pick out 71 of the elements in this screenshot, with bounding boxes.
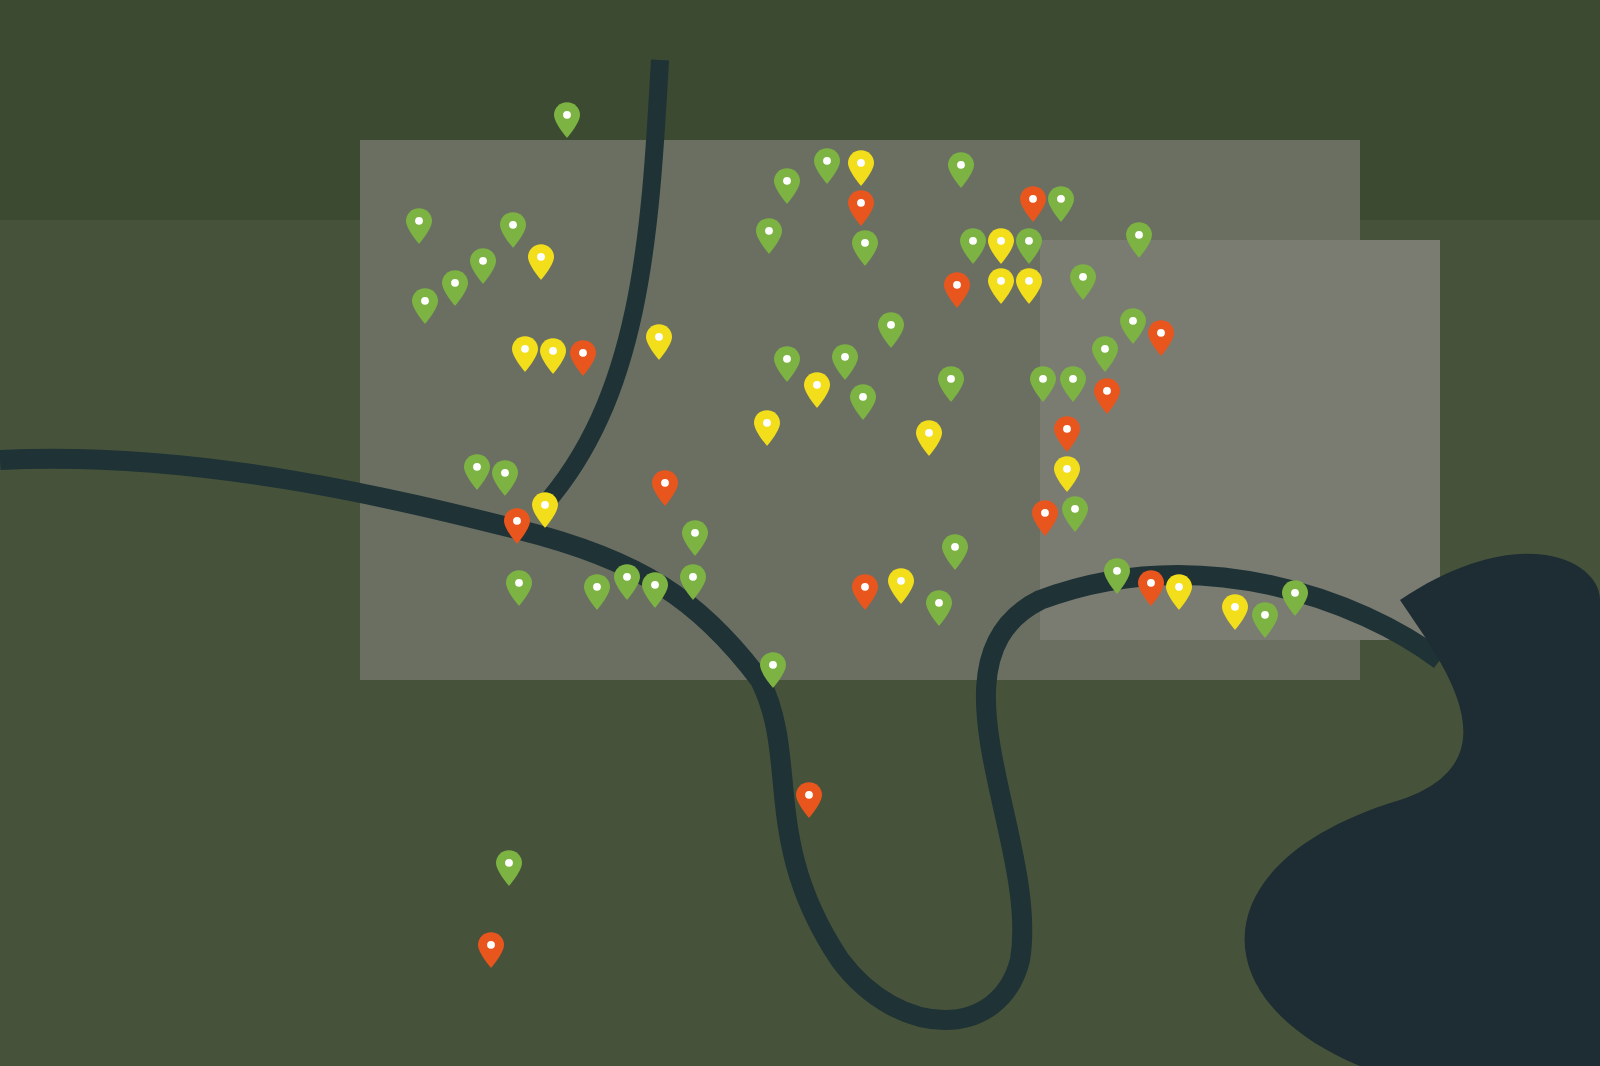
map-marker-icon[interactable] <box>1103 557 1129 593</box>
map-marker-icon[interactable] <box>987 227 1013 263</box>
map-marker-icon[interactable] <box>813 147 839 183</box>
map-marker-icon[interactable] <box>1053 455 1079 491</box>
map-marker-icon[interactable] <box>1165 573 1191 609</box>
map-marker-icon[interactable] <box>613 563 639 599</box>
map-marker-icon[interactable] <box>491 459 517 495</box>
map-marker-icon[interactable] <box>947 151 973 187</box>
map-marker-icon[interactable] <box>1251 601 1277 637</box>
map-marker-icon[interactable] <box>755 217 781 253</box>
map-marker-icon[interactable] <box>1091 335 1117 371</box>
map-marker-icon[interactable] <box>959 227 985 263</box>
map-marker-icon[interactable] <box>1015 267 1041 303</box>
map-marker-icon[interactable] <box>847 189 873 225</box>
map-marker-icon[interactable] <box>411 287 437 323</box>
map-marker-icon[interactable] <box>569 339 595 375</box>
map-marker-icon[interactable] <box>847 149 873 185</box>
map-marker-icon[interactable] <box>1015 227 1041 263</box>
map-marker-icon[interactable] <box>539 337 565 373</box>
map-marker-icon[interactable] <box>1221 593 1247 629</box>
map-marker-icon[interactable] <box>803 371 829 407</box>
map-marker-icon[interactable] <box>941 533 967 569</box>
map-marker-icon[interactable] <box>641 571 667 607</box>
map-marker-icon[interactable] <box>925 589 951 625</box>
map-marker-icon[interactable] <box>441 269 467 305</box>
map-marker-icon[interactable] <box>1125 221 1151 257</box>
map-marker-icon[interactable] <box>987 267 1013 303</box>
map-marker-icon[interactable] <box>831 343 857 379</box>
map-marker-icon[interactable] <box>1031 499 1057 535</box>
map-marker-icon[interactable] <box>753 409 779 445</box>
map-marker-icon[interactable] <box>1047 185 1073 221</box>
map-marker-icon[interactable] <box>505 569 531 605</box>
map-marker-icon[interactable] <box>511 335 537 371</box>
map-marker-icon[interactable] <box>1019 185 1045 221</box>
map-marker-icon[interactable] <box>1069 263 1095 299</box>
map-marker-icon[interactable] <box>495 849 521 885</box>
map-marker-icon[interactable] <box>463 453 489 489</box>
map-marker-icon[interactable] <box>1059 365 1085 401</box>
map-marker-icon[interactable] <box>1029 365 1055 401</box>
map-marker-icon[interactable] <box>849 383 875 419</box>
map-marker-icon[interactable] <box>503 507 529 543</box>
map-marker-icon[interactable] <box>477 931 503 967</box>
map-marker-icon[interactable] <box>553 101 579 137</box>
map-marker-icon[interactable] <box>1119 307 1145 343</box>
map-marker-icon[interactable] <box>469 247 495 283</box>
map-marker-icon[interactable] <box>1053 415 1079 451</box>
map-marker-icon[interactable] <box>405 207 431 243</box>
map-marker-icon[interactable] <box>851 229 877 265</box>
map-marker-icon[interactable] <box>887 567 913 603</box>
map-marker-icon[interactable] <box>531 491 557 527</box>
map-marker-icon[interactable] <box>645 323 671 359</box>
map-marker-icon[interactable] <box>679 563 705 599</box>
map-marker-icon[interactable] <box>1093 377 1119 413</box>
map-marker-icon[interactable] <box>681 519 707 555</box>
map-marker-icon[interactable] <box>1281 579 1307 615</box>
map-marker-icon[interactable] <box>499 211 525 247</box>
map-marker-icon[interactable] <box>877 311 903 347</box>
map-marker-icon[interactable] <box>937 365 963 401</box>
map-marker-icon[interactable] <box>1137 569 1163 605</box>
map-marker-icon[interactable] <box>851 573 877 609</box>
map-marker-icon[interactable] <box>943 271 969 307</box>
map-marker-icon[interactable] <box>1061 495 1087 531</box>
map-marker-icon[interactable] <box>915 419 941 455</box>
map-marker-icon[interactable] <box>583 573 609 609</box>
map-marker-icon[interactable] <box>759 651 785 687</box>
map-marker-icon[interactable] <box>773 167 799 203</box>
map-marker-icon[interactable] <box>651 469 677 505</box>
map-marker-icon[interactable] <box>1147 319 1173 355</box>
map-marker-icon[interactable] <box>773 345 799 381</box>
map-marker-icon[interactable] <box>795 781 821 817</box>
map-marker-icon[interactable] <box>527 243 553 279</box>
